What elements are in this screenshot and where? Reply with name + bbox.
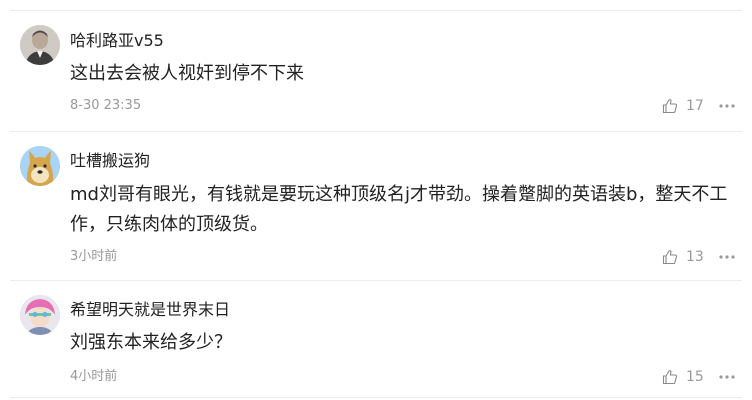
man-avatar-icon[interactable]	[20, 25, 60, 65]
like-button[interactable]: 17	[662, 97, 704, 115]
comment-username[interactable]: 吐槽搬运狗	[70, 151, 150, 171]
anime-pink-hair-avatar-icon[interactable]	[20, 295, 60, 335]
comment-username[interactable]: 希望明天就是世界末日	[70, 300, 230, 320]
comment-list: 哈利路亚v55 这出去会被人视奸到停不下来 8-30 23:35 17 吐槽搬运…	[0, 0, 752, 400]
comment-text: md刘哥有眼光，有钱就是要玩这种顶级名j才带劲。操着蹩脚的英语装b，整天不工作，…	[70, 184, 728, 235]
comment-text: 刘强东本来给多少？	[70, 332, 232, 353]
more-options-icon[interactable]	[717, 248, 737, 266]
comment-time: 4小时前	[70, 369, 118, 384]
thumbs-up-icon	[662, 370, 678, 385]
comment-item: 希望明天就是世界末日 刘强东本来给多少？ 4小时前 15	[0, 281, 752, 400]
comment-text: 这出去会被人视奸到停不下来	[70, 63, 304, 84]
doge-avatar-icon[interactable]	[20, 146, 60, 186]
like-count: 15	[686, 369, 704, 385]
like-count: 13	[686, 249, 704, 265]
divider	[10, 397, 742, 398]
like-count: 17	[686, 98, 704, 114]
more-options-icon[interactable]	[717, 97, 737, 115]
comment-username[interactable]: 哈利路亚v55	[70, 31, 164, 51]
more-options-icon[interactable]	[717, 368, 737, 386]
thumbs-up-icon	[662, 250, 678, 265]
comment-item: 哈利路亚v55 这出去会被人视奸到停不下来 8-30 23:35 17	[0, 11, 752, 131]
comment-time: 8-30 23:35	[70, 98, 142, 113]
comment-time: 3小时前	[70, 249, 118, 264]
like-button[interactable]: 13	[662, 248, 704, 266]
comment-item: 吐槽搬运狗 md刘哥有眼光，有钱就是要玩这种顶级名j才带劲。操着蹩脚的英语装b，…	[0, 132, 752, 280]
like-button[interactable]: 15	[662, 368, 704, 386]
thumbs-up-icon	[662, 99, 678, 114]
